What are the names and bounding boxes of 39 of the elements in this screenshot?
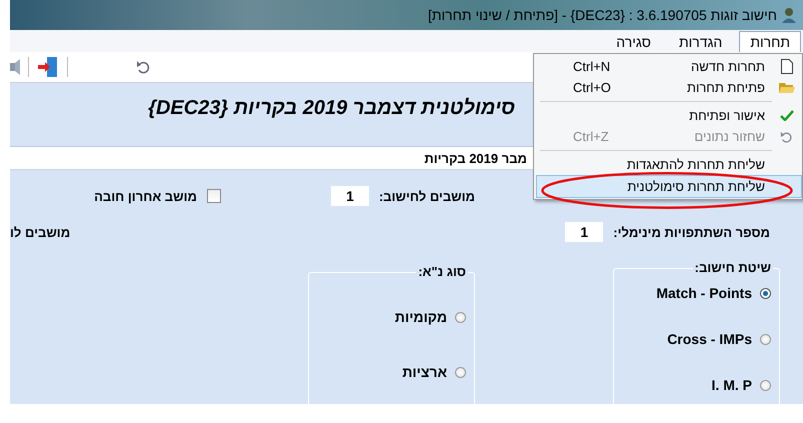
field-label: מושבים לחישוב: bbox=[378, 188, 475, 204]
radio-button[interactable] bbox=[455, 366, 466, 378]
page-icon bbox=[781, 59, 793, 74]
speaker-icon[interactable] bbox=[10, 59, 20, 75]
option-label: I. M. P bbox=[712, 377, 752, 393]
input-field[interactable]: 1 bbox=[565, 222, 604, 242]
person-icon bbox=[781, 7, 797, 23]
menu-item[interactable]: שליחת תחרות להתאגדות bbox=[626, 157, 765, 172]
radio-button[interactable] bbox=[760, 334, 771, 344]
menu-tab[interactable]: תחרות bbox=[739, 31, 801, 52]
option-label: ארציות bbox=[402, 364, 447, 380]
window-title: חישוב זוגות 3.6.190705 : {DEC23} - [פתיחת / שינוי תחרות] bbox=[428, 7, 777, 23]
undo-icon[interactable] bbox=[136, 59, 152, 75]
option-label: Cross - IMPs bbox=[667, 331, 752, 347]
menu-item[interactable]: אישור ופתיחת bbox=[689, 108, 765, 123]
option-label: Match - Points bbox=[656, 285, 752, 301]
shortcut-label: Ctrl+O bbox=[573, 80, 611, 95]
field-label: מושבים לו bbox=[10, 224, 70, 240]
menu-tab[interactable]: הגדרות bbox=[668, 31, 734, 52]
undo-icon bbox=[780, 130, 794, 144]
field-label: מספר השתתפויות מינימלי: bbox=[613, 224, 770, 240]
check-icon bbox=[780, 110, 794, 121]
checkbox-label: מושב אחרון חובה bbox=[94, 188, 197, 204]
shortcut-label: Ctrl+N bbox=[573, 59, 610, 74]
menu-item[interactable]: תחרות חדשה bbox=[691, 59, 765, 74]
radio-button[interactable] bbox=[760, 380, 771, 390]
input-field[interactable]: 1 bbox=[330, 186, 369, 206]
folder-icon bbox=[779, 81, 795, 94]
option-label: מקומיות bbox=[394, 309, 447, 325]
checkbox[interactable] bbox=[206, 189, 221, 203]
exit-door-icon[interactable] bbox=[37, 56, 59, 78]
competition-title: סימולטנית דצמבר 2019 בקריות {DEC23} bbox=[148, 97, 515, 120]
menu-tab[interactable]: סגירה bbox=[605, 31, 662, 52]
group-title: סוג נ"א: bbox=[416, 264, 468, 279]
competition-subtitle: מבר 2019 בקריות bbox=[424, 150, 527, 166]
radio-button[interactable] bbox=[455, 312, 466, 322]
menu-item[interactable]: פתיחת תחרות bbox=[686, 80, 765, 95]
shortcut-label: Ctrl+Z bbox=[573, 129, 609, 144]
radio-button[interactable] bbox=[760, 288, 771, 298]
